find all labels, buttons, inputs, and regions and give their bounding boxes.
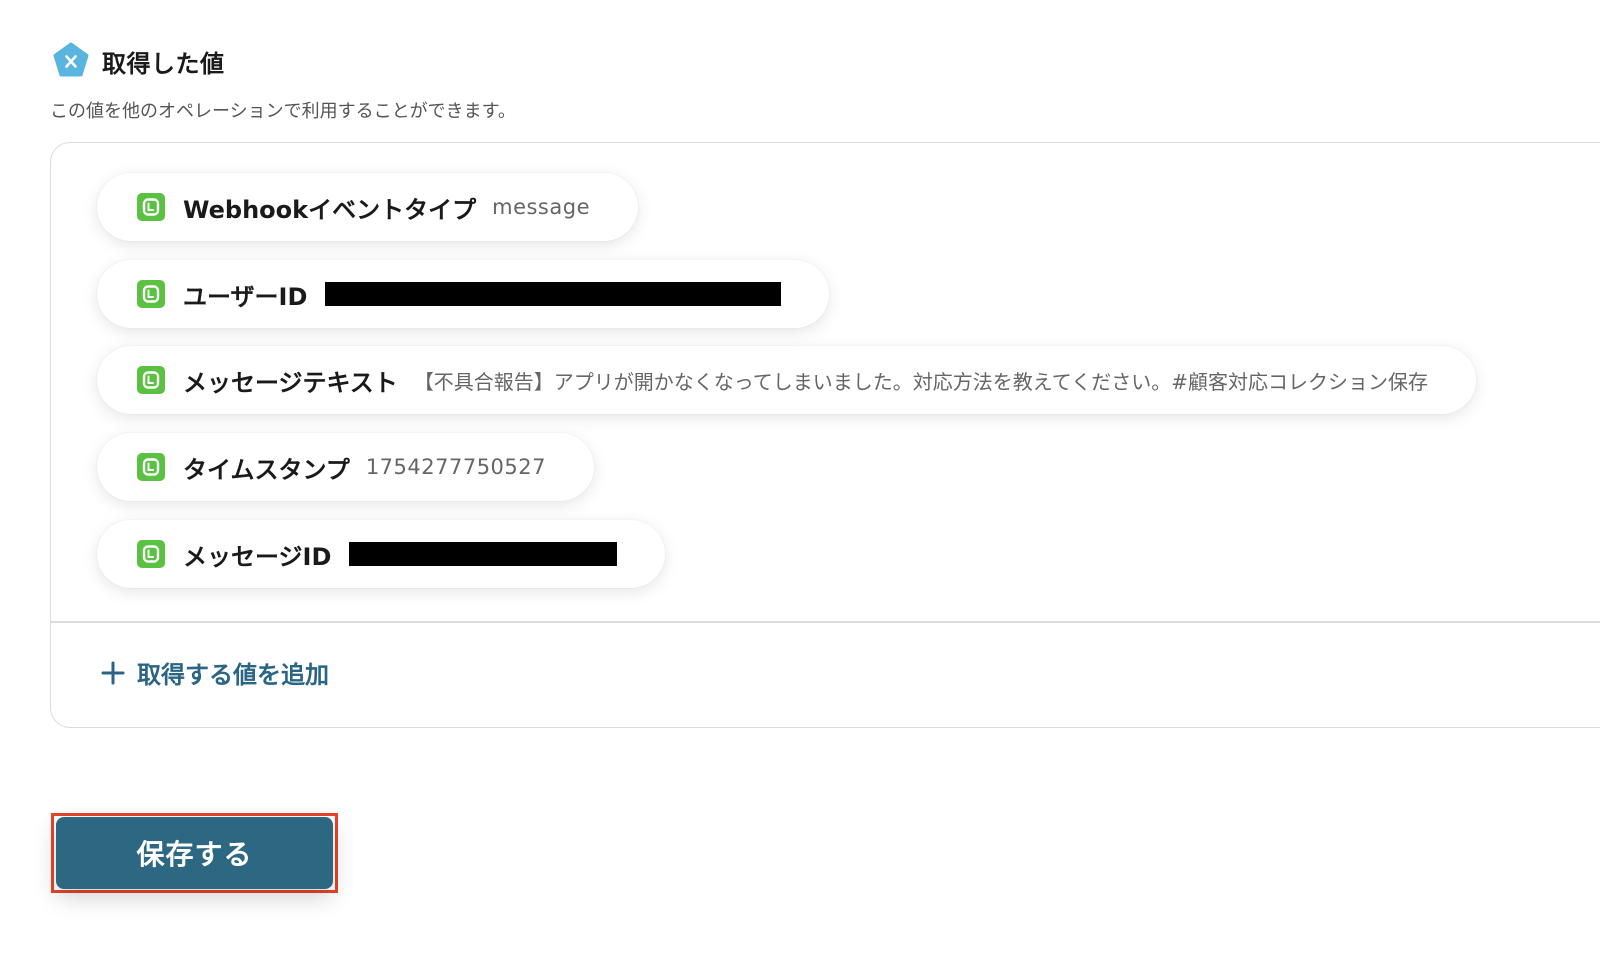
redacted-value (325, 282, 782, 306)
value-chip-label: メッセージID (183, 542, 332, 571)
variable-x-icon (53, 42, 89, 77)
value-chip-message-text[interactable]: メッセージテキスト 【不具合報告】アプリが開かなくなってしまいました。対応方法を… (97, 346, 1476, 414)
redacted-value (349, 542, 618, 566)
line-app-icon (137, 280, 165, 308)
value-chip-label: Webhookイベントタイプ (183, 195, 477, 224)
value-chip-label: ユーザーID (183, 282, 308, 311)
section-header: 取得した値 (52, 42, 225, 80)
value-chip-value: message (492, 195, 590, 219)
save-button[interactable]: 保存する (56, 817, 333, 889)
panel-divider (51, 621, 1600, 623)
line-app-icon (137, 540, 165, 568)
line-app-icon (137, 453, 165, 481)
page: 取得した値 この値を他のオペレーションで利用することができます。 Webhook… (0, 0, 1600, 974)
plus-icon (101, 661, 125, 684)
value-chip-label: タイムスタンプ (183, 455, 350, 484)
add-value-label: 取得する値を追加 (137, 661, 329, 689)
value-chip-user-id[interactable]: ユーザーID (97, 260, 830, 328)
section-title: 取得した値 (102, 49, 225, 78)
line-app-icon (137, 366, 165, 394)
value-chip-message-id[interactable]: メッセージID (97, 520, 666, 588)
obtained-values-panel: Webhookイベントタイプ message ユーザーID メッセージテキスト … (50, 142, 1600, 728)
value-chip-value: 1754277750527 (365, 455, 547, 479)
value-chip-value: 【不具合報告】アプリが開かなくなってしまいました。対応方法を教えてください。#顧… (413, 369, 1428, 394)
add-value-link[interactable]: 取得する値を追加 (101, 655, 329, 690)
value-chip-webhook-event-type[interactable]: Webhookイベントタイプ message (97, 173, 638, 241)
line-app-icon (137, 193, 165, 221)
value-chip-timestamp[interactable]: タイムスタンプ 1754277750527 (97, 433, 595, 501)
value-chip-label: メッセージテキスト (183, 368, 398, 397)
section-description: この値を他のオペレーションで利用することができます。 (50, 101, 516, 122)
